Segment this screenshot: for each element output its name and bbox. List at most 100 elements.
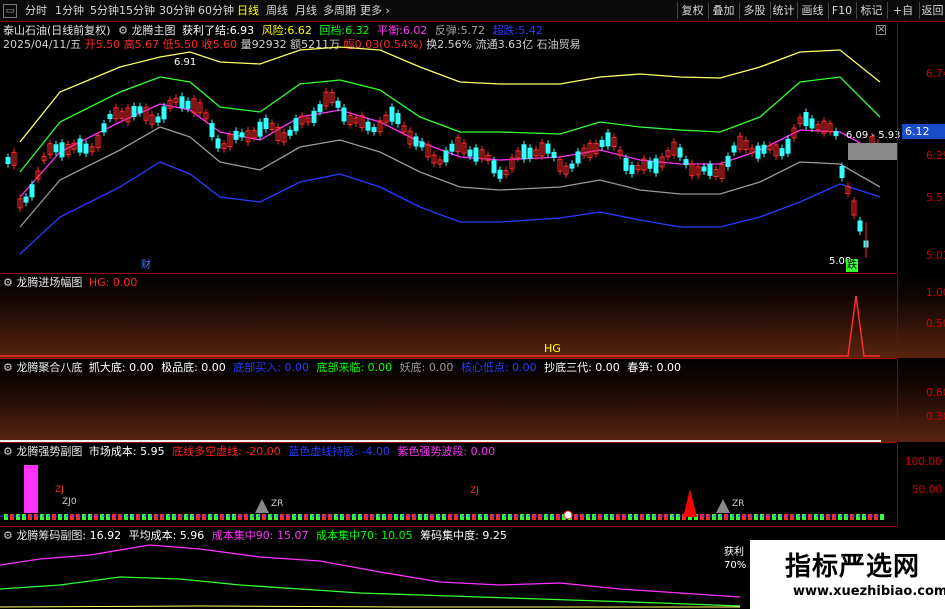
strength-panel: ⚙ 龙腾强势副图 市场成本: 5.95 底线多空虚线: -20.00 蓝色虚线持…: [0, 443, 945, 526]
back-button[interactable]: 返回: [919, 2, 945, 19]
zj0-tag: ZJ0: [62, 497, 77, 507]
profit-side-label: 获利: [724, 547, 744, 558]
strength-block: [70, 514, 74, 520]
eight-bottom-panel: ⚙ 龙腾聚合八底 抓大底: 0.00 极品底: 0.00 底部买入: 0.00 …: [0, 359, 945, 442]
strength-block: [730, 514, 734, 520]
candle-body: [491, 160, 497, 174]
candle-body: [779, 148, 785, 157]
strength-block: [742, 514, 746, 520]
strength-block: [208, 514, 212, 520]
candle-body: [605, 132, 611, 147]
strength-block: [94, 514, 98, 520]
candle-body: [467, 149, 473, 157]
strength-block: [76, 514, 80, 520]
strength-block: [418, 514, 422, 520]
strength-block: [658, 514, 662, 520]
strength-block: [538, 514, 542, 520]
strength-block: [520, 514, 524, 520]
main-chart-panel: 泰山石油(日线前复权) ⚙ 龙腾主图 获利了结:6.93 风险:6.62 回档:…: [0, 22, 945, 273]
overlay-button[interactable]: 叠加: [708, 2, 738, 19]
candle-body: [857, 220, 863, 232]
period-tab-fenshi[interactable]: 分时: [25, 3, 47, 19]
strength-block: [400, 514, 404, 520]
fuquan-button[interactable]: 复权: [677, 2, 707, 19]
period-tab-15min[interactable]: 15分钟: [119, 3, 155, 19]
axis-divider: [897, 359, 898, 442]
strength-block: [862, 514, 866, 520]
candle-body: [653, 158, 659, 174]
period-tab-monthly[interactable]: 月线: [295, 3, 317, 19]
p3-item: 抓大底: 0.00: [88, 361, 154, 374]
candle-body: [335, 100, 341, 108]
period-toolbar: ▭ 分时 1分钟 5分钟 15分钟 30分钟 60分钟 日线 周线 月线 多周期…: [0, 0, 945, 34]
candle-body: [569, 163, 575, 169]
candle-body: [647, 160, 653, 169]
strength-block: [202, 514, 206, 520]
draw-line-button[interactable]: 画线: [797, 2, 827, 19]
strength-block: [718, 514, 722, 520]
p3-item: 春笋: 0.00: [627, 361, 681, 374]
strength-block: [550, 514, 554, 520]
strength-block: [82, 514, 86, 520]
chip-concentration-90-line: [0, 544, 741, 598]
strength-block: [772, 514, 776, 520]
p3-name: 龙腾聚合八底: [16, 361, 83, 374]
period-tab-60min[interactable]: 60分钟: [198, 3, 234, 19]
price-axis-label: 5.01: [926, 250, 945, 262]
candle-body: [761, 144, 767, 154]
strength-block: [856, 514, 860, 520]
strength-block: [556, 514, 560, 520]
candle-body: [701, 166, 707, 172]
candle-body: [287, 129, 293, 136]
strength-block: [676, 514, 680, 520]
candle-body: [137, 106, 143, 114]
strength-block: [160, 514, 164, 520]
p3-header: ⚙ 龙腾聚合八底 抓大底: 0.00 极品底: 0.00 底部买入: 0.00 …: [3, 361, 681, 374]
menu-toggle-icon[interactable]: ▭: [3, 4, 17, 18]
candle-body: [239, 132, 245, 138]
multi-stock-button[interactable]: 多股: [739, 2, 769, 19]
period-tab-1min[interactable]: 1分钟: [55, 3, 84, 19]
strength-block: [448, 514, 452, 520]
strength-block: [472, 514, 476, 520]
indicator-gear-icon[interactable]: ⚙: [3, 361, 13, 374]
strength-block: [574, 514, 578, 520]
strength-block: [430, 514, 434, 520]
period-tab-5min[interactable]: 5分钟: [90, 3, 119, 19]
period-tab-daily[interactable]: 日线: [237, 3, 259, 19]
strength-block: [844, 514, 848, 520]
strength-block: [496, 514, 500, 520]
strength-block: [580, 514, 584, 520]
strength-block: [64, 514, 68, 520]
strength-block: [724, 514, 728, 520]
strength-block: [736, 514, 740, 520]
candle-body: [395, 113, 401, 125]
mark-button[interactable]: 标记: [856, 2, 886, 19]
strength-block: [664, 514, 668, 520]
period-tab-weekly[interactable]: 周线: [266, 3, 288, 19]
strength-block: [148, 514, 152, 520]
candle-body: [473, 147, 479, 162]
period-tab-multi[interactable]: 多周期: [323, 3, 356, 19]
add-watchlist-button[interactable]: +自选: [887, 2, 918, 34]
stats-button[interactable]: 统计: [770, 2, 796, 19]
candle-body: [23, 196, 29, 203]
period-tab-30min[interactable]: 30分钟: [159, 3, 195, 19]
strength-block: [880, 514, 884, 520]
strength-block: [796, 514, 800, 520]
strength-block: [166, 514, 170, 520]
period-tab-more[interactable]: 更多 ›: [360, 3, 390, 19]
watermark-url: www.xuezhibiao.com: [793, 584, 945, 599]
candle-body: [413, 136, 419, 147]
candle-body: [725, 155, 731, 167]
f10-button[interactable]: F10: [828, 2, 855, 19]
candle-body: [755, 145, 761, 159]
strength-block: [118, 514, 122, 520]
strength-block: [370, 514, 374, 520]
candle-body: [419, 141, 425, 148]
high-price-marker: 6.91: [174, 57, 197, 68]
candle-body: [59, 142, 65, 158]
strength-block: [88, 514, 92, 520]
strength-block: [490, 514, 494, 520]
strength-block: [598, 514, 602, 520]
